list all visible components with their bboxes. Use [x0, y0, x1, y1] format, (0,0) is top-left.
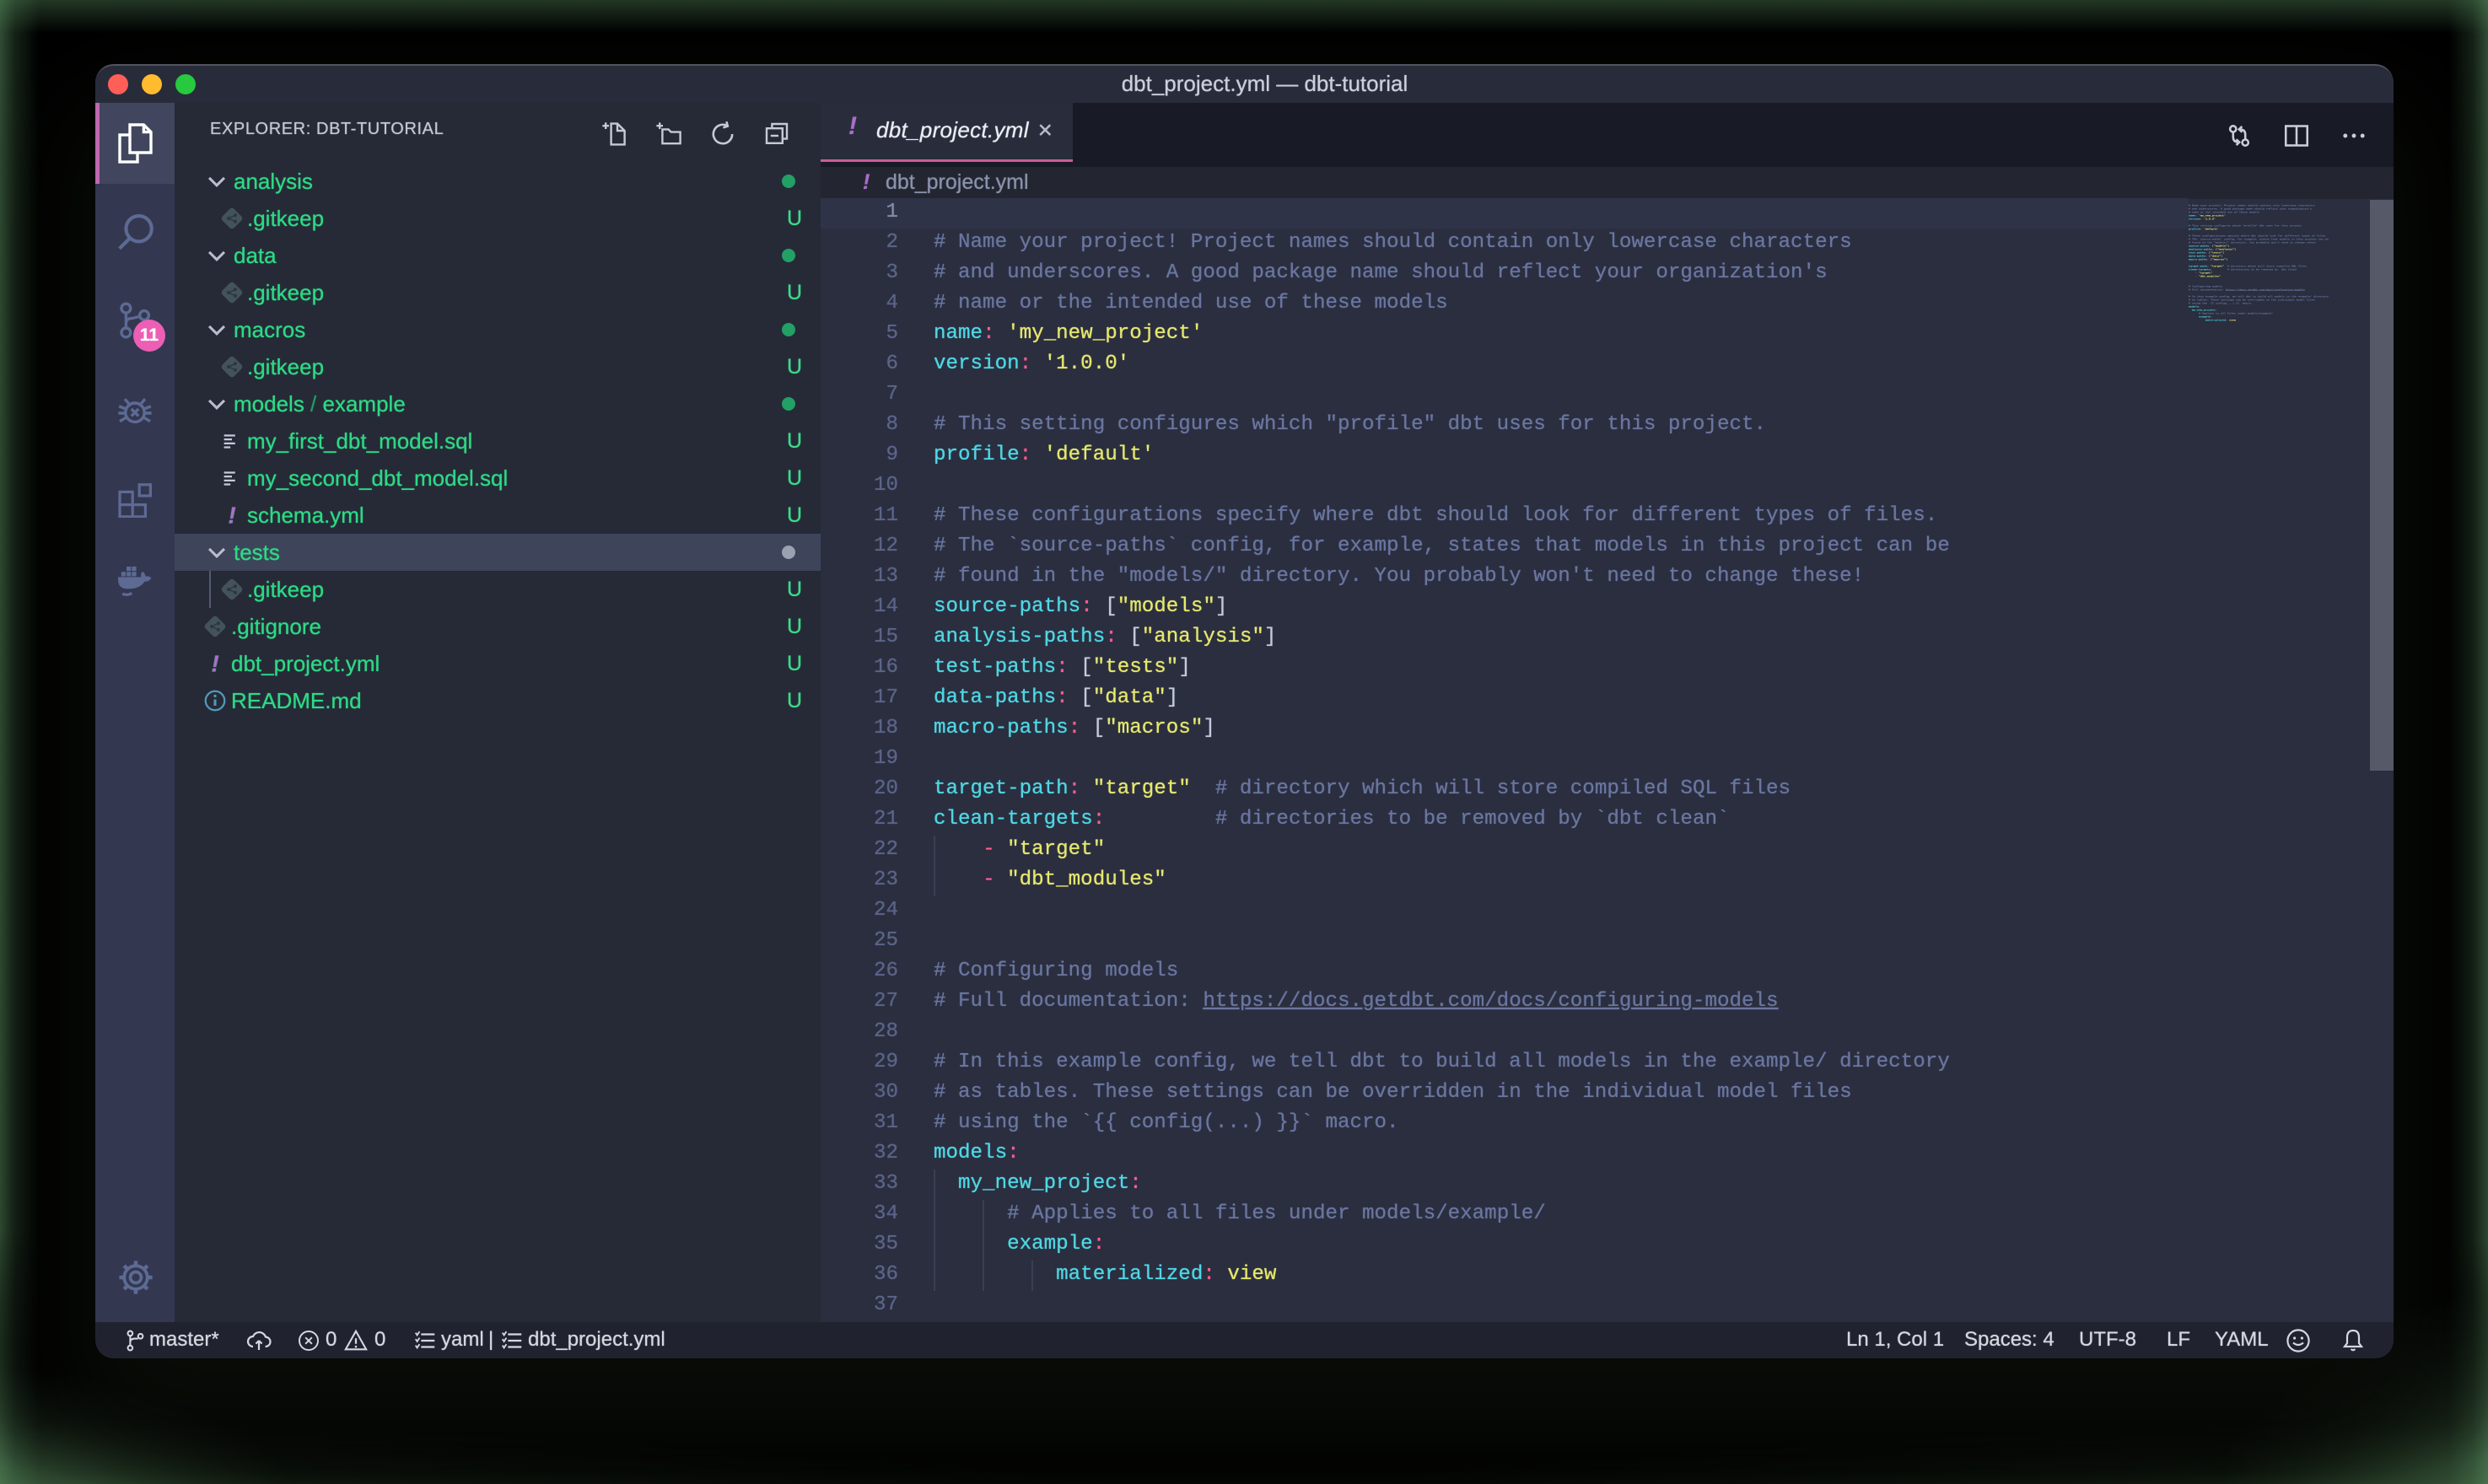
- svg-text:!: !: [211, 651, 218, 676]
- svg-text:!: !: [228, 503, 235, 528]
